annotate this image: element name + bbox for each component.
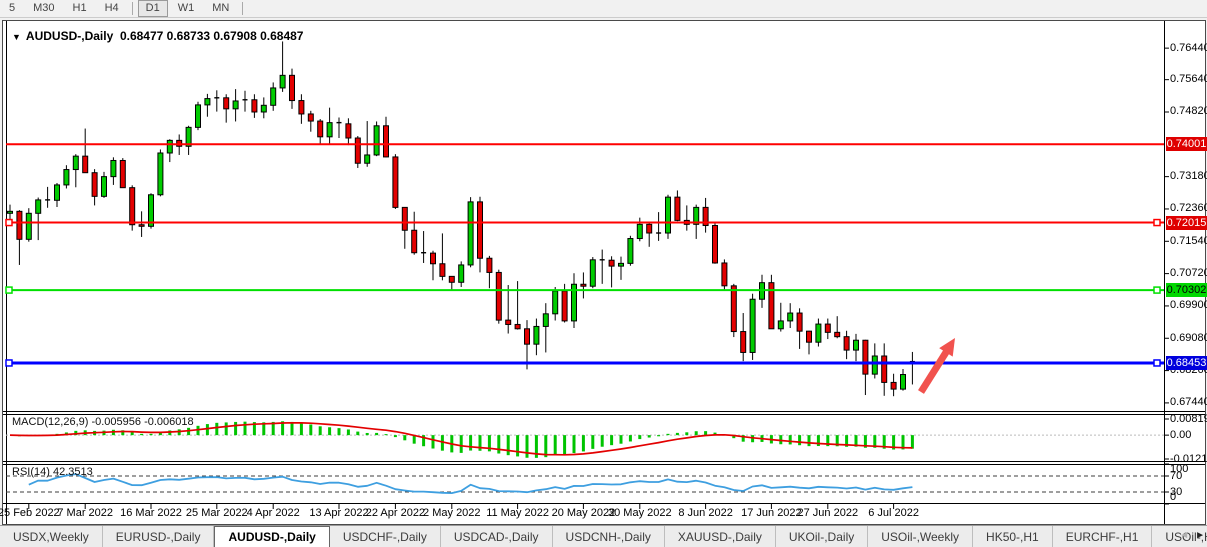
chart-ohlc-values: 0.68477 0.68733 0.67908 0.68487 bbox=[120, 29, 304, 43]
chart-borders bbox=[3, 21, 1206, 525]
symbol-tab-bar: USDX,WeeklyEURUSD-,DailyAUDUSD-,DailyUSD… bbox=[0, 525, 1207, 547]
date-axis-label: 25 Mar 2022 bbox=[186, 507, 248, 519]
rsi-line bbox=[29, 474, 913, 493]
line-handle[interactable] bbox=[6, 220, 12, 226]
tab-eurchf-h1[interactable]: EURCHF-,H1 bbox=[1053, 526, 1153, 547]
price-axis-label: 0.70720 bbox=[1170, 268, 1207, 279]
terminal-root: 5M30H1H4D1W1MN ▼AUDUSD-,Daily 0.68477 0.… bbox=[0, 0, 1207, 547]
tab-ukoil-daily[interactable]: UKOil-,Daily bbox=[776, 526, 868, 547]
rsi-axis-label: 0 bbox=[1170, 492, 1176, 503]
price-axis-label: 0.69080 bbox=[1170, 333, 1207, 344]
date-axis-label: 6 Jul 2022 bbox=[868, 507, 919, 519]
price-axis-label: 0.67440 bbox=[1170, 397, 1207, 408]
hline-objects-layer bbox=[6, 144, 1164, 366]
date-axis-label: 2 May 2022 bbox=[423, 507, 480, 519]
tab-usdx-weekly[interactable]: USDX,Weekly bbox=[0, 526, 103, 547]
tab-audusd-daily[interactable]: AUDUSD-,Daily bbox=[214, 526, 329, 547]
chart-symbol-label: AUDUSD-,Daily bbox=[26, 29, 113, 43]
date-axis-label: 27 Jun 2022 bbox=[798, 507, 859, 519]
trend-arrow[interactable] bbox=[921, 349, 948, 392]
line-handle[interactable] bbox=[6, 287, 12, 293]
date-axis-label: 25 Feb 2022 bbox=[0, 507, 60, 519]
line-handle[interactable] bbox=[6, 360, 12, 366]
date-axis-label: 4 Apr 2022 bbox=[247, 507, 300, 519]
date-axis-label: 30 May 2022 bbox=[608, 507, 672, 519]
date-axis-label: 7 Mar 2022 bbox=[57, 507, 113, 519]
hline-price-tag: 0.68453 bbox=[1166, 356, 1207, 370]
price-axis-label: 0.76440 bbox=[1170, 43, 1207, 54]
date-axis-label: 8 Jun 2022 bbox=[678, 507, 732, 519]
price-axis-label: 0.74820 bbox=[1170, 106, 1207, 117]
price-chart-canvas[interactable] bbox=[0, 0, 1207, 547]
tab-usdcad-daily[interactable]: USDCAD-,Daily bbox=[441, 526, 553, 547]
price-axis-label: 0.75640 bbox=[1170, 74, 1207, 85]
hline-price-tag: 0.72015 bbox=[1166, 216, 1207, 230]
tab-usdcnh-daily[interactable]: USDCNH-,Daily bbox=[553, 526, 665, 547]
price-axis-label: 0.69900 bbox=[1170, 300, 1207, 311]
tab-usdchf-daily[interactable]: USDCHF-,Daily bbox=[330, 526, 441, 547]
macd-axis-label: 0.008197 bbox=[1170, 414, 1207, 425]
arrow-annotation-layer bbox=[921, 338, 955, 392]
hline-price-tag: 0.70302 bbox=[1166, 283, 1207, 297]
date-axis-label: 17 Jun 2022 bbox=[741, 507, 802, 519]
date-axis-label: 16 Mar 2022 bbox=[120, 507, 182, 519]
chart-dropdown-icon[interactable]: ▼ bbox=[12, 32, 21, 42]
macd-axis-label: 0.00 bbox=[1170, 430, 1191, 441]
rsi-indicator-label: RSI(14) 42.3513 bbox=[12, 466, 93, 478]
hline-price-tag: 0.74001 bbox=[1166, 137, 1207, 151]
line-handle[interactable] bbox=[1154, 287, 1160, 293]
rsi-panel-layer bbox=[6, 474, 1164, 493]
line-handle[interactable] bbox=[1154, 220, 1160, 226]
tab-usoil-weekly[interactable]: USOil-,Weekly bbox=[868, 526, 973, 547]
tab-hk50-h1[interactable]: HK50-,H1 bbox=[973, 526, 1053, 547]
date-axis-label: 11 May 2022 bbox=[486, 507, 549, 519]
candles-layer bbox=[8, 41, 915, 396]
tab-xauusd-daily[interactable]: XAUUSD-,Daily bbox=[665, 526, 776, 547]
tab-scroll-left-icon[interactable]: ◄ bbox=[1179, 527, 1189, 545]
tab-scroll-right-icon[interactable]: ► bbox=[1195, 527, 1205, 545]
macd-indicator-label: MACD(12,26,9) -0.005956 -0.006018 bbox=[12, 416, 194, 428]
price-axis-label: 0.73180 bbox=[1170, 171, 1207, 182]
date-axis-label: 20 May 2022 bbox=[552, 507, 616, 519]
price-axis-label: 0.71540 bbox=[1170, 236, 1207, 247]
tab-eurusd-daily[interactable]: EURUSD-,Daily bbox=[103, 526, 215, 547]
rsi-axis-label: 70 bbox=[1170, 471, 1182, 482]
date-axis-label: 13 Apr 2022 bbox=[309, 507, 368, 519]
date-axis-label: 22 Apr 2022 bbox=[366, 507, 425, 519]
chart-title: ▼ AUDUSD-,Daily 0.68477 0.68733 0.67908 0… bbox=[12, 29, 303, 43]
line-handle[interactable] bbox=[1154, 360, 1160, 366]
price-axis-label: 0.72360 bbox=[1170, 203, 1207, 214]
tab-scroll-buttons: ◄ ► bbox=[1179, 527, 1205, 545]
